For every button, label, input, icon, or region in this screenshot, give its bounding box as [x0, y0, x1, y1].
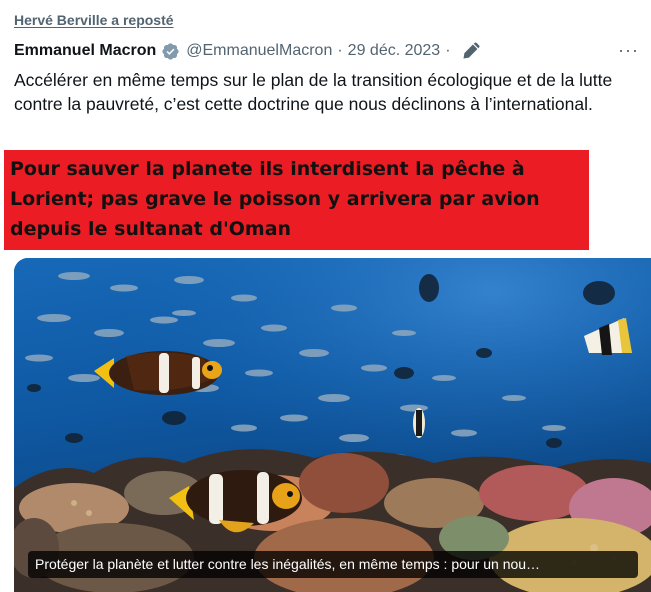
overlay-text: Pour sauver la planete ils interdisent l…	[10, 158, 540, 240]
media-caption[interactable]: Protéger la planète et lutter contre les…	[28, 551, 638, 578]
reef-fish-photo	[14, 258, 651, 592]
verified-badge-icon	[161, 42, 180, 61]
tweet-date[interactable]: 29 déc. 2023	[348, 42, 441, 60]
tweet-image[interactable]	[14, 258, 651, 592]
separator-dot: ·	[445, 42, 451, 59]
separator-dot: ·	[337, 42, 343, 59]
repost-label[interactable]: Hervé Berville a reposté	[14, 12, 174, 28]
author-name[interactable]: Emmanuel Macron	[14, 42, 156, 60]
tweet-header: Emmanuel Macron @EmmanuelMacron · 29 déc…	[14, 40, 643, 62]
author-handle[interactable]: @EmmanuelMacron	[186, 42, 332, 60]
more-options-icon[interactable]: ···	[618, 40, 639, 61]
overlay-banner: Pour sauver la planete ils interdisent l…	[4, 150, 589, 250]
pencil-edit-icon[interactable]	[462, 42, 480, 60]
tweet-text: Accélérer en même temps sur le plan de l…	[14, 70, 613, 114]
